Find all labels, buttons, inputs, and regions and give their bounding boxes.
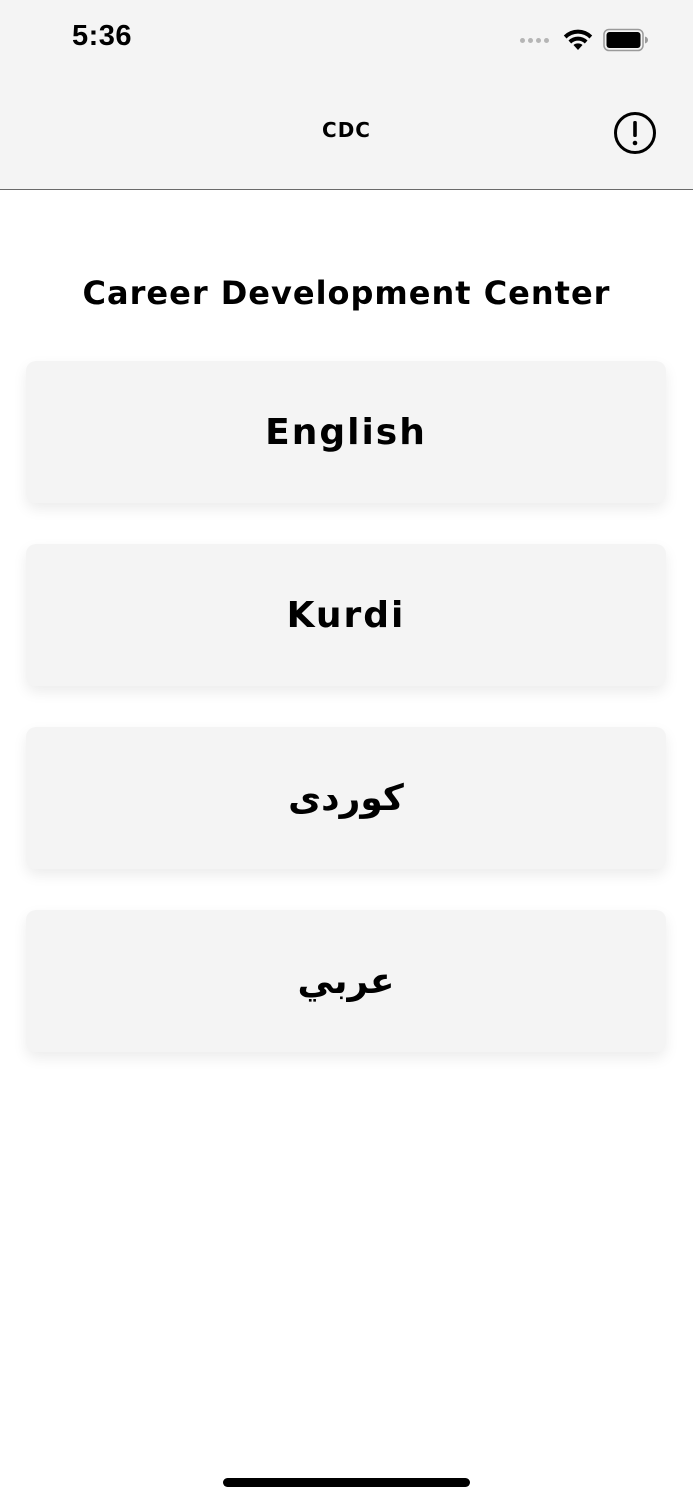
english-language-button[interactable]: English xyxy=(26,361,666,503)
wifi-icon xyxy=(563,29,593,50)
page-heading: Career Development Center xyxy=(82,274,611,312)
exclamation-circle-icon xyxy=(614,112,656,154)
top-bar: 5:36 CDC xyxy=(0,0,693,190)
kurdi-language-button[interactable]: Kurdi xyxy=(26,544,666,686)
cellular-signal-icon xyxy=(520,37,549,43)
language-label: English xyxy=(265,411,427,453)
language-label: کوردی xyxy=(288,777,404,819)
status-time: 5:36 xyxy=(72,20,133,52)
language-label: عربي xyxy=(297,960,395,1002)
arabic-language-button[interactable]: عربي xyxy=(26,910,666,1052)
status-icons xyxy=(520,26,649,54)
info-button[interactable] xyxy=(613,111,657,155)
nav-title: CDC xyxy=(322,118,371,142)
app-screen: 5:36 CDC Career Development Center Engli… xyxy=(0,0,693,1500)
battery-icon xyxy=(603,28,648,52)
language-label: Kurdi xyxy=(286,594,406,636)
home-indicator[interactable] xyxy=(223,1478,470,1487)
kurdish-sorani-language-button[interactable]: کوردی xyxy=(26,727,666,869)
